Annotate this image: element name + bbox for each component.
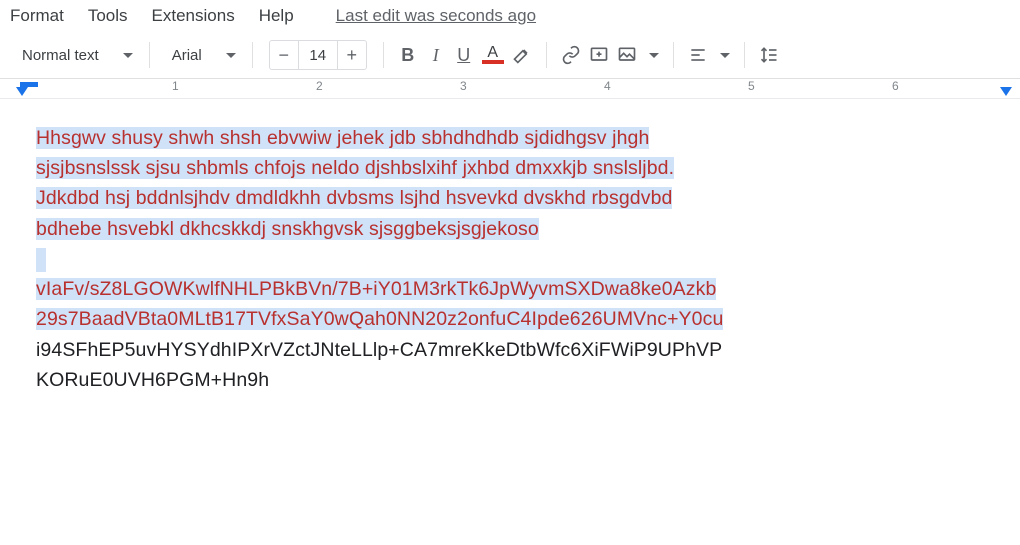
font-family-dropdown[interactable]: Arial: [160, 40, 242, 70]
bold-button[interactable]: B: [394, 41, 422, 69]
menu-extensions[interactable]: Extensions: [152, 6, 235, 26]
ruler-mark: 3: [460, 79, 467, 93]
menu-tools[interactable]: Tools: [88, 6, 128, 26]
last-edit-link[interactable]: Last edit was seconds ago: [336, 6, 536, 26]
ruler-mark: 5: [748, 79, 755, 93]
ruler-mark: 2: [316, 79, 323, 93]
text-color-button[interactable]: A: [478, 41, 508, 69]
ruler-mark: 1: [172, 79, 179, 93]
separator: [252, 42, 253, 68]
body-text[interactable]: KORuE0UVH6PGM+Hn9h: [36, 369, 269, 391]
paragraph-style-label: Normal text: [22, 47, 99, 64]
font-size-input[interactable]: 14: [298, 41, 338, 69]
selected-empty-line[interactable]: [36, 248, 46, 272]
text-color-letter: A: [487, 46, 498, 60]
insert-link-button[interactable]: [557, 41, 585, 69]
line-spacing-button[interactable]: [755, 41, 783, 69]
indent-left-marker[interactable]: [16, 87, 28, 96]
document-canvas[interactable]: Hhsgwv shusy shwh shsh ebvwiw jehek jdb …: [0, 99, 1020, 395]
font-family-label: Arial: [172, 47, 202, 64]
font-size-increase-button[interactable]: +: [338, 41, 366, 69]
add-comment-button[interactable]: [585, 41, 613, 69]
separator: [383, 42, 384, 68]
align-button[interactable]: [684, 41, 712, 69]
selected-text[interactable]: Jdkdbd hsj bddnlsjhdv dmdldkhh dvbsms ls…: [36, 187, 672, 209]
ruler-mark: 6: [892, 79, 899, 93]
italic-button[interactable]: I: [422, 41, 450, 69]
align-caret[interactable]: [712, 41, 734, 69]
separator: [149, 42, 150, 68]
highlight-color-button[interactable]: [508, 41, 536, 69]
chevron-down-icon: [720, 53, 730, 58]
menu-help[interactable]: Help: [259, 6, 294, 26]
underline-button[interactable]: U: [450, 41, 478, 69]
horizontal-ruler[interactable]: 1 2 3 4 5 6: [0, 79, 1020, 99]
selected-text[interactable]: sjsjbsnslssk sjsu shbmls chfojs neldo dj…: [36, 157, 674, 179]
selected-text[interactable]: Hhsgwv shusy shwh shsh ebvwiw jehek jdb …: [36, 127, 649, 149]
chevron-down-icon: [226, 53, 236, 58]
toolbar: Normal text Arial − 14 + B I U A: [0, 36, 1020, 79]
separator: [673, 42, 674, 68]
menu-bar: Format Tools Extensions Help Last edit w…: [0, 0, 1020, 36]
document-body[interactable]: Hhsgwv shusy shwh shsh ebvwiw jehek jdb …: [36, 123, 984, 395]
font-size-decrease-button[interactable]: −: [270, 41, 298, 69]
indent-right-marker[interactable]: [1000, 87, 1012, 96]
font-size-control: − 14 +: [269, 40, 367, 70]
menu-format[interactable]: Format: [10, 6, 64, 26]
chevron-down-icon: [123, 53, 133, 58]
separator: [546, 42, 547, 68]
chevron-down-icon: [649, 53, 659, 58]
text-color-swatch: [482, 60, 504, 64]
body-text[interactable]: i94SFhEP5uvHYSYdhIPXrVZctJNteLLlp+CA7mre…: [36, 339, 722, 361]
selected-text[interactable]: bdhebe hsvebkl dkhcskkdj snskhgvsk sjsgg…: [36, 218, 539, 240]
separator: [744, 42, 745, 68]
image-options-caret[interactable]: [641, 41, 663, 69]
selected-text[interactable]: vIaFv/sZ8LGOWKwlfNHLPBkBVn/7B+iY01M3rkTk…: [36, 278, 716, 300]
insert-image-button[interactable]: [613, 41, 641, 69]
ruler-mark: 4: [604, 79, 611, 93]
paragraph-style-dropdown[interactable]: Normal text: [10, 40, 139, 70]
selected-text[interactable]: 29s7BaadVBta0MLtB17TVfxSaY0wQah0NN20z2on…: [36, 308, 723, 330]
